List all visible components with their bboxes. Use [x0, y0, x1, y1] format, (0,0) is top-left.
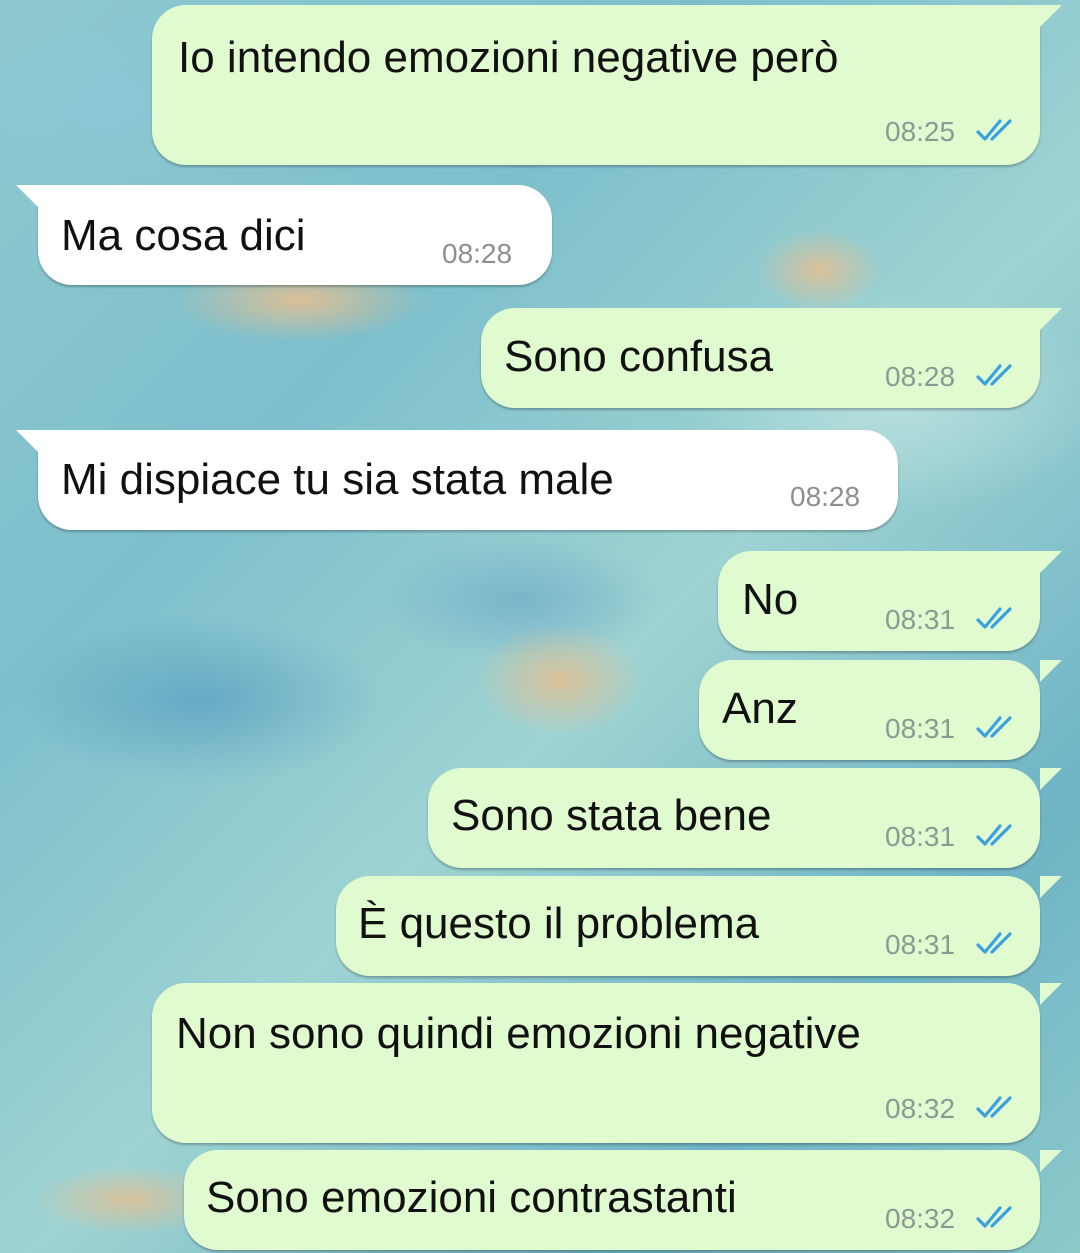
message-outgoing[interactable]: Sono stata bene 08:31	[428, 768, 1062, 868]
message-time: 08:31	[885, 713, 956, 744]
message-time: 08:31	[885, 604, 956, 635]
double-check-icon	[976, 824, 1012, 846]
message-time: 08:28	[885, 361, 956, 392]
message-time: 08:28	[442, 238, 513, 269]
message-outgoing[interactable]: Sono confusa 08:28	[481, 308, 1062, 408]
double-check-icon	[976, 1096, 1012, 1118]
message-text: Sono stata bene	[451, 791, 772, 840]
message-text: No	[742, 575, 799, 624]
message-text: Non sono quindi emozioni negative	[176, 1009, 861, 1058]
message-time: 08:25	[885, 116, 956, 147]
message-text: Sono emozioni contrastanti	[206, 1173, 737, 1222]
message-incoming[interactable]: Mi dispiace tu sia stata male 08:28	[16, 430, 898, 530]
message-text: È questo il problema	[358, 899, 760, 948]
message-time: 08:32	[885, 1093, 956, 1124]
message-text: Mi dispiace tu sia stata male	[61, 455, 614, 504]
message-time: 08:31	[885, 821, 956, 852]
double-check-icon	[976, 119, 1012, 141]
message-incoming[interactable]: Ma cosa dici 08:28	[16, 185, 552, 285]
double-check-icon	[976, 716, 1012, 738]
message-text: Io intendo emozioni negative però	[178, 33, 839, 82]
message-text: Sono confusa	[504, 332, 774, 381]
message-text: Anz	[722, 684, 798, 733]
double-check-icon	[976, 932, 1012, 954]
double-check-icon	[976, 1206, 1012, 1228]
message-time: 08:28	[790, 481, 861, 512]
message-text: Ma cosa dici	[61, 211, 306, 260]
message-outgoing[interactable]: È questo il problema 08:31	[336, 876, 1062, 976]
double-check-icon	[976, 364, 1012, 386]
message-outgoing[interactable]: Non sono quindi emozioni negative 08:32	[152, 983, 1062, 1143]
message-time: 08:31	[885, 929, 956, 960]
double-check-icon	[976, 607, 1012, 629]
message-outgoing[interactable]: Sono emozioni contrastanti 08:32	[184, 1150, 1062, 1250]
message-outgoing[interactable]: Anz 08:31	[699, 660, 1062, 760]
message-time: 08:32	[885, 1203, 956, 1234]
message-outgoing[interactable]: Io intendo emozioni negative però 08:25	[152, 5, 1062, 165]
message-outgoing[interactable]: No 08:31	[718, 551, 1062, 651]
